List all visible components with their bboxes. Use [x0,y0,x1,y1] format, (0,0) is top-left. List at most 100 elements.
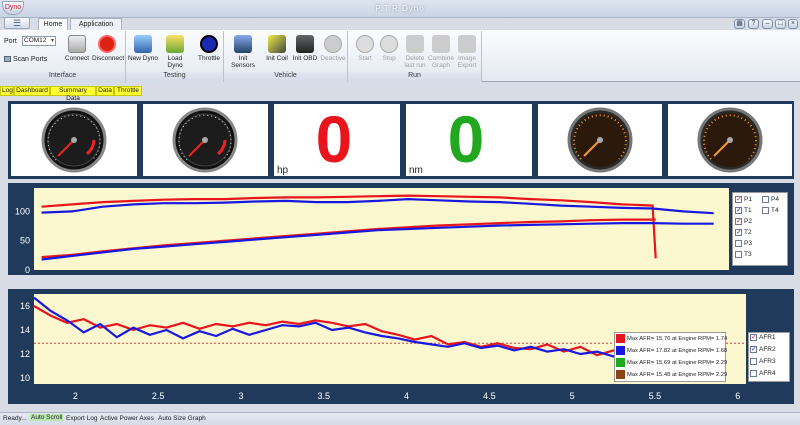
legend-label: P3 [744,240,752,248]
legend-item-afr4[interactable]: AFR4 [750,370,776,377]
nm-value: 0 [448,104,485,176]
init-obd-button[interactable]: Init OBD [290,33,320,69]
speed-gauge-icon [172,107,238,173]
new-dyno-button[interactable]: New Dyno [128,33,158,69]
gauge-cell-rpm [11,104,137,176]
init-coil-button[interactable]: Init Coil [262,33,292,69]
series-line-afr2 [33,296,664,364]
checkbox-icon[interactable] [735,240,742,247]
afr-max-entry: Max AFR= 17.82 at Engine RPM= 1.68 [616,346,727,356]
help-icon[interactable]: ? [748,19,759,29]
checkbox-icon[interactable] [762,207,769,214]
afr-max-entry: Max AFR= 15.48 at Engine RPM= 2.29 [616,370,727,380]
deactive-icon [324,35,342,53]
checkbox-icon[interactable] [762,196,769,203]
y-tick-label: 14 [20,325,30,335]
start-icon [356,35,374,53]
save-icon[interactable]: ▦ [734,19,745,29]
stop-icon [380,35,398,53]
nm-unit: nm [409,165,423,176]
legend-label: AFR3 [759,358,776,366]
auto-size-graph-toggle[interactable]: Auto Size Graph [158,415,206,422]
x-tick-label: 2.5 [152,391,165,401]
rpm-gauge-icon [41,107,107,173]
view-tab-log[interactable]: Log [0,86,14,96]
x-tick-label: 2 [73,391,78,401]
checkbox-icon[interactable]: ✓ [750,334,757,341]
checkbox-icon[interactable] [750,370,757,377]
image-export-icon [458,35,476,53]
export-log-button[interactable]: Export Log [66,415,97,422]
legend-item-p2[interactable]: ✓ P2 [735,218,752,225]
legend-item-p3[interactable]: P3 [735,240,752,247]
scan-ports-label: Scan Ports [13,56,48,63]
legend-label: T3 [744,251,752,259]
load-dyno-label: Load Dyno [167,55,183,69]
export-label-2: Export [457,62,477,69]
afr-max-text: Max AFR= 15.76 at Engine RPM= 1.74 [627,336,728,343]
delete-icon [406,35,424,53]
legend-item-afr2[interactable]: ✓ AFR2 [750,346,776,353]
checkbox-icon[interactable]: ✓ [735,196,742,203]
checkbox-icon[interactable]: ✓ [735,207,742,214]
checkbox-icon[interactable]: ✓ [735,229,742,236]
legend-item-t3[interactable]: T3 [735,251,752,258]
x-tick-label: 3 [238,391,243,401]
tab-application[interactable]: Application [70,18,122,30]
delete-label-2: last run [404,62,426,69]
active-power-axes-toggle[interactable]: Active Power Axes [100,415,154,422]
close-icon[interactable]: × [788,19,798,29]
connect-button[interactable]: Connect [62,33,92,69]
start-label: Start [358,55,372,62]
legend-item-afr3[interactable]: AFR3 [750,358,776,365]
view-tab-dashboard[interactable]: Dashboard [14,86,50,96]
load-dyno-button[interactable]: Load Dyno [160,33,190,69]
y-tick-label: 0 [25,265,30,275]
minimize-icon[interactable]: – [762,19,773,29]
image-export-button[interactable]: Image Export [452,33,482,69]
legend-item-p1[interactable]: ✓ P1 [735,196,752,203]
disconnect-icon [98,35,116,53]
scan-ports-button[interactable]: Scan Ports [4,56,47,63]
legend-item-p4[interactable]: P4 [762,196,779,203]
app-menu-button[interactable]: ☰ [4,17,30,29]
color-swatch [616,346,625,355]
view-tab-data[interactable]: Data [96,86,114,96]
init-sensors-button[interactable]: Init Sensors [226,33,260,69]
legend-label: T2 [744,229,752,237]
view-tab-summary-data[interactable]: Summary Data [50,86,96,102]
legend-item-t4[interactable]: T4 [762,207,779,214]
x-tick-label: 3.5 [318,391,331,401]
port-label: Port [4,38,17,45]
disconnect-button[interactable]: Disconnect [92,33,124,69]
legend-label: P2 [744,218,752,226]
combine-label-2: Graph [431,62,451,69]
auto-scroll-toggle[interactable]: Auto Scroll [30,414,64,421]
legend-item-afr1[interactable]: ✓ AFR1 [750,334,776,341]
legend-item-t2[interactable]: ✓ T2 [735,229,752,236]
gauge-cell-afr [538,104,662,176]
throttle-button[interactable]: Throttle [194,33,224,69]
temp-gauge-icon [697,107,763,173]
x-tick-label: 4 [404,391,409,401]
deactive-button[interactable]: Deactive [318,33,348,69]
port-select[interactable]: COM12 [22,36,56,46]
maximize-icon[interactable]: □ [775,19,786,29]
tab-home[interactable]: Home [38,18,68,30]
view-tab-throttle[interactable]: Throttle [114,86,142,96]
combine-label-1: Combine [427,55,454,62]
hp-value: 0 [316,104,353,176]
nm-readout-cell: 0 nm [406,102,532,176]
checkbox-icon[interactable] [750,358,757,365]
legend-label: AFR2 [759,346,776,354]
checkbox-icon[interactable]: ✓ [750,346,757,353]
throttle-label: Throttle [197,55,221,62]
checkbox-icon[interactable] [735,251,742,258]
hp-unit: hp [277,165,289,176]
checkbox-icon[interactable]: ✓ [735,218,742,225]
power-torque-legend-items: ✓ P1 ✓ T1 ✓ P2 ✓ T2 P3 T3 P4 T4 [735,196,787,264]
series-line-afr1 [33,305,664,362]
throttle-icon [200,35,218,53]
init-coil-label: Init Coil [266,55,288,62]
legend-item-t1[interactable]: ✓ T1 [735,207,752,214]
